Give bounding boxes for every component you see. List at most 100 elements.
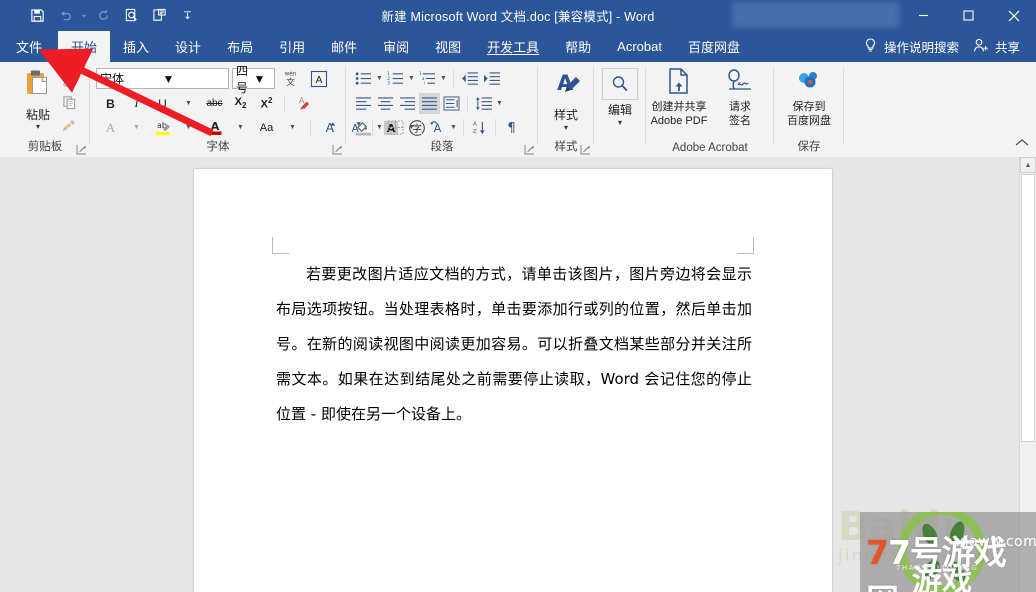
tab-developer[interactable]: 开发工具 <box>474 31 552 62</box>
highlight-dropdown[interactable]: ▼ <box>176 117 201 138</box>
line-spacing-icon[interactable] <box>473 93 494 114</box>
borders-dropdown[interactable]: ▼ <box>407 124 416 131</box>
tab-insert[interactable]: 插入 <box>110 31 162 62</box>
account-name-redacted <box>732 2 899 27</box>
change-case-dropdown[interactable]: ▼ <box>280 117 305 138</box>
document-page[interactable]: 若要更改图片适应文档的方式，请单击该图片，图片旁边将会显示布局选项按钮。当处理表… <box>194 169 832 592</box>
maximize-button[interactable] <box>946 0 991 31</box>
document-paragraph[interactable]: 若要更改图片适应文档的方式，请单击该图片，图片旁边将会显示布局选项按钮。当处理表… <box>276 257 752 432</box>
justify-icon[interactable] <box>419 93 440 114</box>
tab-baidu-netdisk[interactable]: 百度网盘 <box>675 31 753 62</box>
customize-qat-icon[interactable] <box>174 3 200 28</box>
tab-layout[interactable]: 布局 <box>214 31 266 62</box>
format-painter-icon[interactable] <box>58 116 80 134</box>
watermark-site-url: xiaww.com <box>956 534 1036 550</box>
undo-icon[interactable] <box>52 3 78 28</box>
new-from-template-icon[interactable] <box>146 3 172 28</box>
align-right-icon[interactable] <box>397 93 418 114</box>
bullets-dropdown[interactable]: ▼ <box>375 75 384 82</box>
share-button[interactable]: 共享 <box>973 37 1036 56</box>
text-effects-icon[interactable]: A <box>98 117 123 138</box>
multilevel-dropdown[interactable]: ▼ <box>439 75 448 82</box>
styles-dialog-launcher[interactable] <box>580 142 591 155</box>
scroll-up-arrow[interactable]: ▲ <box>1020 157 1036 173</box>
title-bar: 新建 Microsoft Word 文档.doc [兼容模式] - Word <box>0 0 1036 31</box>
align-left-icon[interactable] <box>353 93 374 114</box>
tab-file[interactable]: 文件 <box>0 31 58 62</box>
superscript-button[interactable]: X2 <box>254 93 279 114</box>
character-border-icon[interactable]: A <box>306 68 331 89</box>
tab-review[interactable]: 审阅 <box>370 31 422 62</box>
close-button[interactable] <box>991 0 1036 31</box>
font-name-input[interactable]: 宋体 ▼ <box>96 68 229 89</box>
tab-mailings[interactable]: 邮件 <box>318 31 370 62</box>
multilevel-list-icon[interactable]: 1ai <box>417 68 438 89</box>
redo-icon[interactable] <box>80 3 88 28</box>
distribute-icon[interactable] <box>441 93 462 114</box>
numbering-dropdown[interactable]: ▼ <box>407 75 416 82</box>
decrease-indent-icon[interactable] <box>459 68 480 89</box>
scrollbar-thumb[interactable] <box>1021 174 1035 442</box>
group-label-acrobat: Adobe Acrobat <box>672 142 748 154</box>
collapse-ribbon-icon[interactable] <box>1014 136 1030 152</box>
tab-home[interactable]: 开始 <box>58 31 111 62</box>
asian-layout-dropdown[interactable]: ▼ <box>449 124 458 131</box>
font-color-icon[interactable]: A <box>202 117 227 138</box>
tell-me-label: 操作说明搜索 <box>883 41 959 55</box>
shading-icon[interactable] <box>353 117 374 138</box>
request-signature-button[interactable]: x 请求 签名 <box>712 67 768 128</box>
styles-button[interactable]: A 样式 ▾ <box>543 68 589 132</box>
numbering-icon[interactable]: 123 <box>385 68 406 89</box>
font-dialog-launcher[interactable] <box>332 142 343 155</box>
save-icon[interactable] <box>24 3 50 28</box>
repeat-icon[interactable] <box>90 3 116 28</box>
save-to-baidu-button[interactable]: 保存到 百度网盘 <box>778 67 840 128</box>
shading-dropdown[interactable]: ▼ <box>375 124 384 131</box>
italic-button[interactable]: I <box>124 93 149 114</box>
borders-icon[interactable] <box>385 117 406 138</box>
create-share-pdf-line2: Adobe PDF <box>650 115 708 127</box>
paragraph-dialog-launcher[interactable] <box>524 142 535 155</box>
grow-font-icon[interactable]: A <box>316 117 341 138</box>
paste-dropdown-arrow[interactable]: ▾ <box>36 123 40 131</box>
tab-view[interactable]: 视图 <box>422 31 474 62</box>
editing-dropdown-arrow[interactable]: ▾ <box>618 119 622 127</box>
font-color-dropdown[interactable]: ▼ <box>228 117 253 138</box>
text-effects-dropdown[interactable]: ▼ <box>124 117 149 138</box>
strikethrough-button[interactable]: abc <box>202 93 227 114</box>
change-case-button[interactable]: Aa <box>254 117 279 138</box>
tell-me-search[interactable]: 操作说明搜索 <box>850 37 973 56</box>
increase-indent-icon[interactable] <box>481 68 502 89</box>
font-size-input[interactable]: 四号 ▼ <box>232 64 275 95</box>
print-preview-icon[interactable] <box>118 3 144 28</box>
create-share-pdf-button[interactable]: 创建并共享 Adobe PDF <box>648 67 710 128</box>
cut-icon[interactable] <box>58 70 80 88</box>
chevron-down-icon[interactable]: ▼ <box>163 72 226 86</box>
paste-label: 粘贴 <box>25 108 50 122</box>
line-spacing-dropdown[interactable]: ▼ <box>495 100 504 107</box>
tab-references[interactable]: 引用 <box>266 31 318 62</box>
show-formatting-marks-icon[interactable]: ¶ <box>501 117 522 138</box>
clipboard-dialog-launcher[interactable] <box>76 142 87 155</box>
minimize-button[interactable] <box>901 0 946 31</box>
underline-button[interactable]: U <box>150 93 175 114</box>
clear-formatting-icon[interactable]: A <box>290 93 315 114</box>
bullets-icon[interactable] <box>353 68 374 89</box>
editing-button[interactable]: 编辑 ▾ <box>597 68 643 127</box>
asian-layout-icon[interactable]: A <box>427 117 448 138</box>
svg-text:文: 文 <box>286 76 295 88</box>
subscript-button[interactable]: X2 <box>228 93 253 114</box>
align-center-icon[interactable] <box>375 93 396 114</box>
text-highlight-icon[interactable]: ab <box>150 117 175 138</box>
chevron-down-icon[interactable]: ▼ <box>254 72 272 86</box>
tab-help[interactable]: 帮助 <box>552 31 604 62</box>
phonetic-guide-icon[interactable]: wén 文 <box>278 68 303 89</box>
tab-design[interactable]: 设计 <box>162 31 214 62</box>
underline-dropdown[interactable]: ▼ <box>176 93 201 114</box>
copy-icon[interactable] <box>58 93 80 111</box>
paste-button[interactable]: 粘贴 ▾ <box>14 68 62 131</box>
styles-dropdown-arrow[interactable]: ▾ <box>564 124 568 132</box>
tab-acrobat[interactable]: Acrobat <box>604 31 675 62</box>
bold-button[interactable]: B <box>98 93 123 114</box>
sort-icon[interactable]: AZ <box>469 117 490 138</box>
